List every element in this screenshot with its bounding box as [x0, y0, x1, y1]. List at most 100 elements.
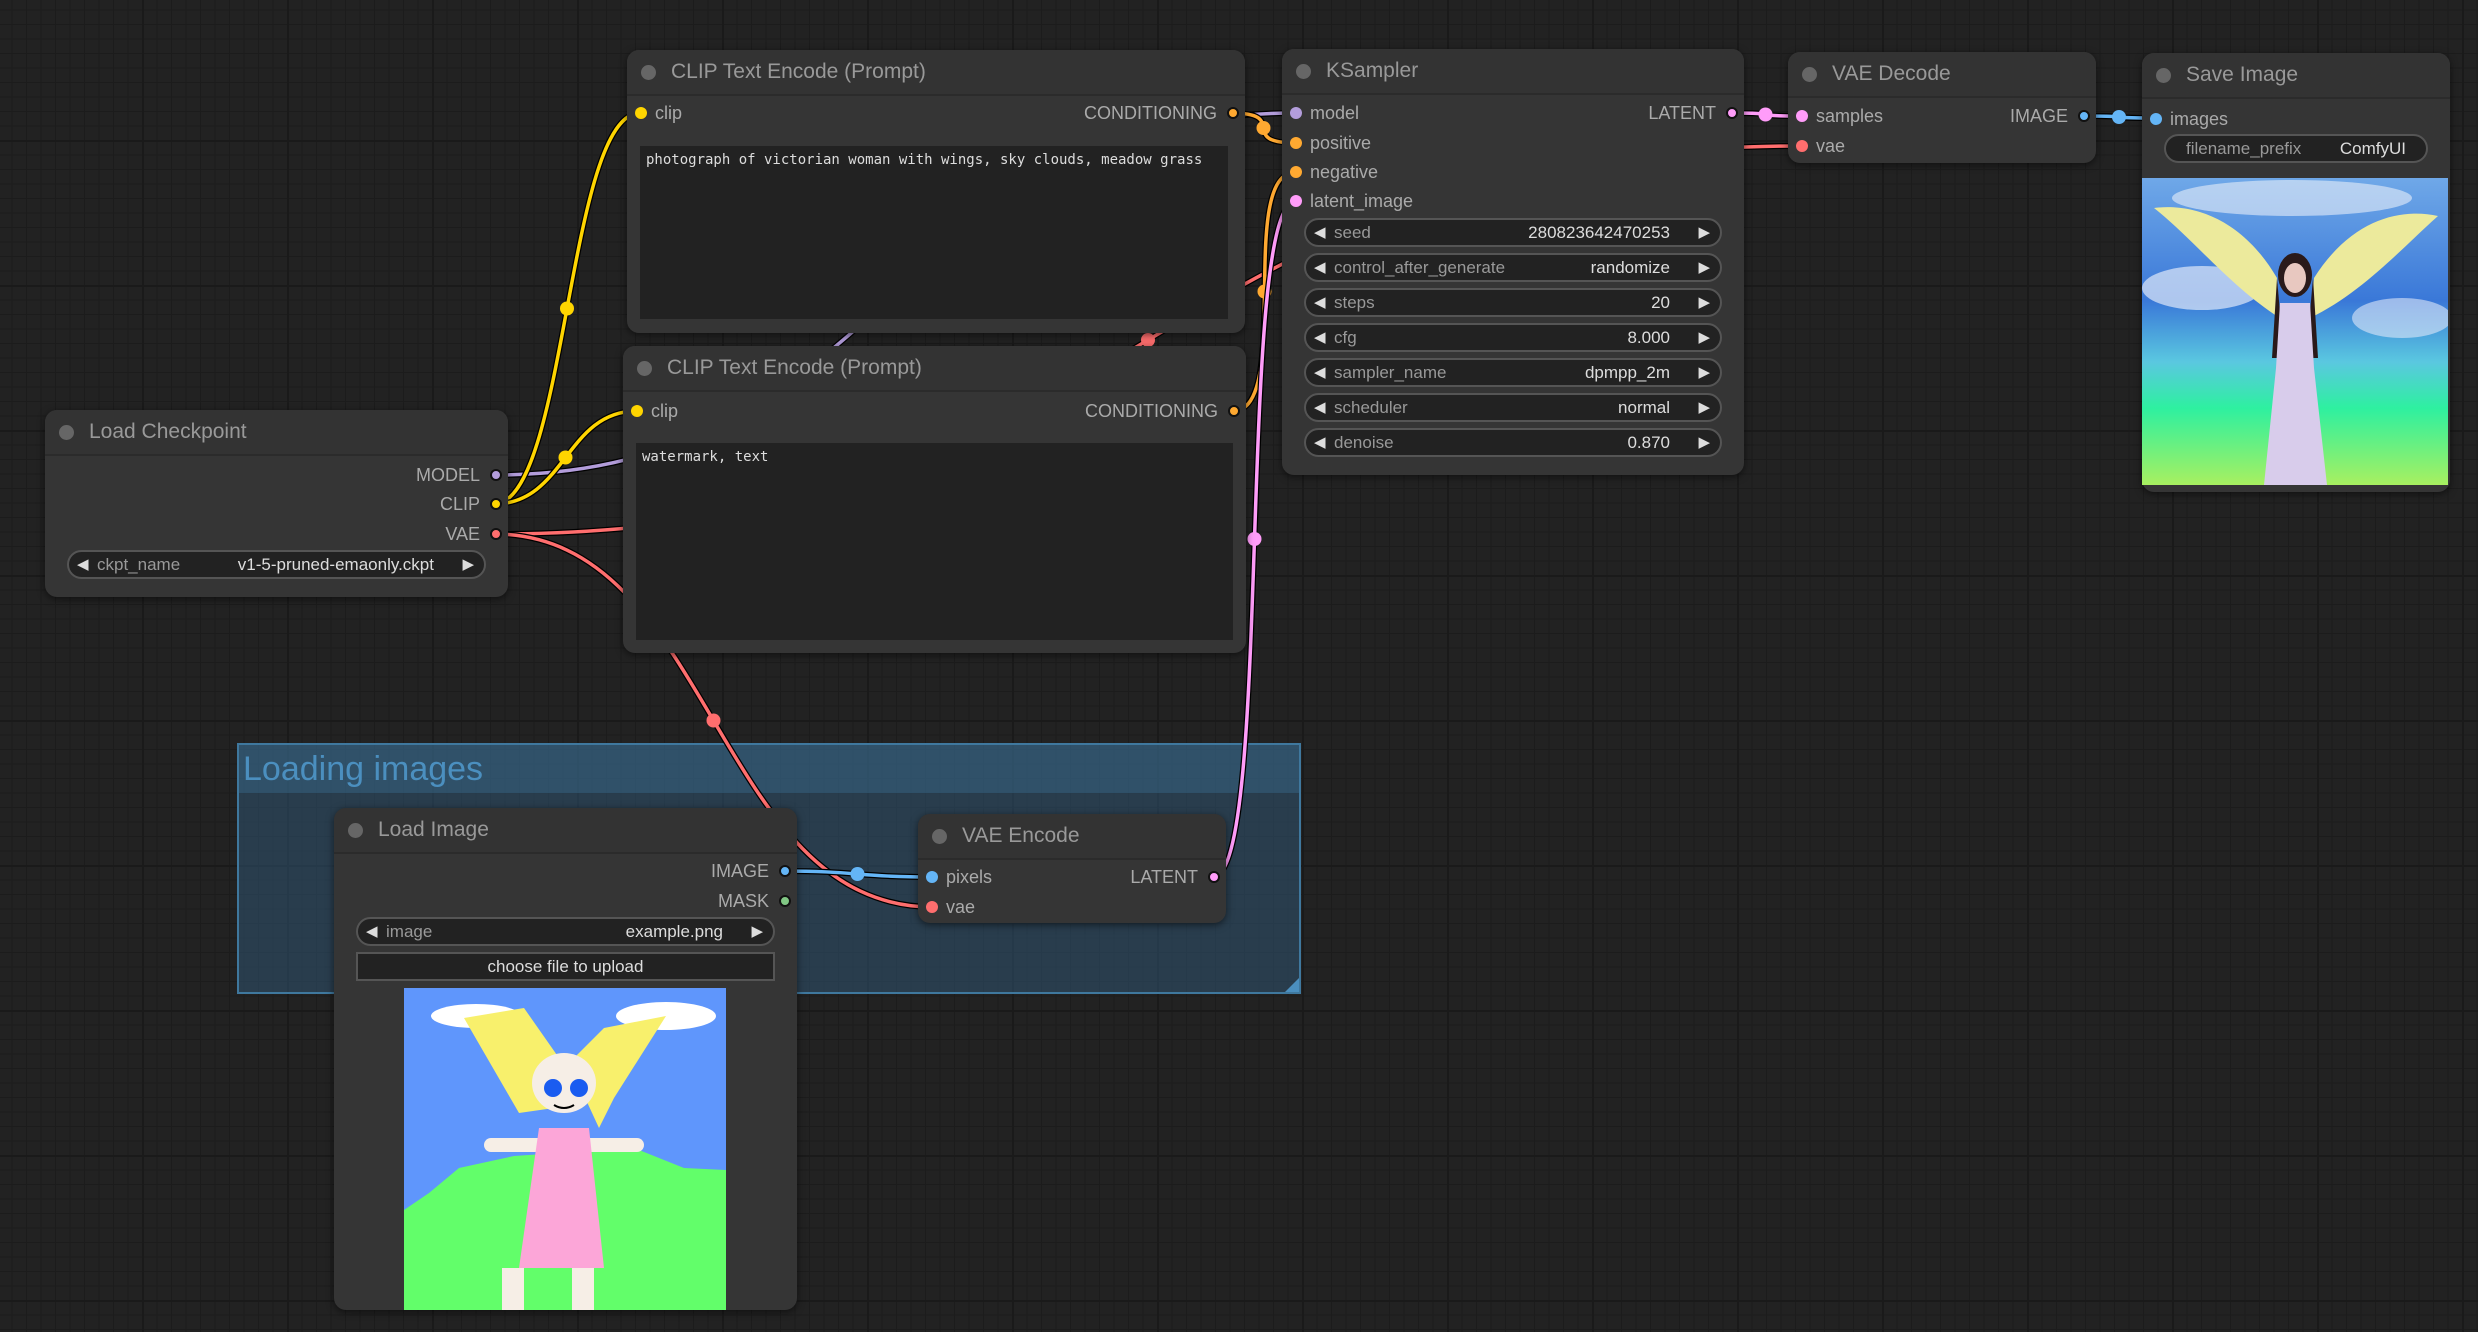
- filename-prefix-field[interactable]: filename_prefix ComfyUI: [2164, 134, 2428, 163]
- scheduler-widget[interactable]: ◀ scheduler normal ▶: [1304, 393, 1722, 422]
- model-socket-icon[interactable]: [490, 469, 502, 481]
- decrement-arrow-icon[interactable]: ◀: [1314, 430, 1326, 455]
- decrement-arrow-icon[interactable]: ◀: [366, 919, 378, 944]
- cfg-widget[interactable]: ◀ cfg 8.000 ▶: [1304, 323, 1722, 352]
- output-vae[interactable]: VAE: [280, 520, 508, 548]
- conditioning-socket-icon[interactable]: [1290, 137, 1302, 149]
- control-after-generate-widget[interactable]: ◀ control_after_generate randomize ▶: [1304, 253, 1722, 282]
- increment-arrow-icon[interactable]: ▶: [1698, 325, 1710, 350]
- image-socket-icon[interactable]: [779, 865, 791, 877]
- clip-socket-icon[interactable]: [631, 405, 643, 417]
- sampler-name-widget[interactable]: ◀ sampler_name dpmpp_2m ▶: [1304, 358, 1722, 387]
- increment-arrow-icon[interactable]: ▶: [1698, 255, 1710, 280]
- increment-arrow-icon[interactable]: ▶: [751, 919, 763, 944]
- node-title-bar[interactable]: Save Image: [2142, 53, 2450, 99]
- decrement-arrow-icon[interactable]: ◀: [1314, 395, 1326, 420]
- collapse-dot-icon[interactable]: [1802, 67, 1817, 82]
- seed-widget[interactable]: ◀ seed 280823642470253 ▶: [1304, 218, 1722, 247]
- input-latent-image[interactable]: latent_image: [1282, 187, 1413, 215]
- output-latent[interactable]: LATENT: [1566, 99, 1744, 127]
- clip-socket-icon[interactable]: [635, 107, 647, 119]
- group-resize-handle[interactable]: [1285, 978, 1299, 992]
- conditioning-socket-icon[interactable]: [1227, 107, 1239, 119]
- upload-button[interactable]: choose file to upload: [356, 952, 775, 981]
- prompt-textarea[interactable]: photograph of victorian woman with wings…: [640, 146, 1228, 319]
- prompt-textarea[interactable]: watermark, text: [636, 443, 1233, 640]
- latent-socket-icon[interactable]: [1290, 195, 1302, 207]
- conditioning-socket-icon[interactable]: [1290, 166, 1302, 178]
- model-socket-icon[interactable]: [1290, 107, 1302, 119]
- decrement-arrow-icon[interactable]: ◀: [1314, 290, 1326, 315]
- input-images[interactable]: images: [2142, 105, 2228, 133]
- input-model[interactable]: model: [1282, 99, 1359, 127]
- image-socket-icon[interactable]: [2150, 113, 2162, 125]
- node-title-bar[interactable]: Load Checkpoint: [45, 410, 508, 456]
- input-positive[interactable]: positive: [1282, 129, 1371, 157]
- collapse-dot-icon[interactable]: [637, 361, 652, 376]
- node-vae-encode[interactable]: VAE Encode pixels vae LATENT: [918, 814, 1226, 923]
- collapse-dot-icon[interactable]: [932, 829, 947, 844]
- node-ksampler[interactable]: KSampler model positive negative latent_…: [1282, 49, 1744, 475]
- increment-arrow-icon[interactable]: ▶: [1698, 290, 1710, 315]
- node-title-bar[interactable]: CLIP Text Encode (Prompt): [627, 50, 1245, 96]
- input-pixels[interactable]: pixels: [918, 863, 992, 891]
- increment-arrow-icon[interactable]: ▶: [462, 552, 474, 577]
- group-title[interactable]: Loading images: [239, 745, 1299, 793]
- conditioning-socket-icon[interactable]: [1228, 405, 1240, 417]
- vae-socket-icon[interactable]: [1796, 140, 1808, 152]
- input-clip[interactable]: clip: [627, 99, 682, 127]
- output-clip[interactable]: CLIP: [280, 490, 508, 518]
- image-combo[interactable]: ◀ image example.png ▶: [356, 917, 775, 946]
- node-title-bar[interactable]: VAE Encode: [918, 814, 1226, 860]
- input-samples[interactable]: samples: [1788, 102, 1883, 130]
- node-title-bar[interactable]: CLIP Text Encode (Prompt): [623, 346, 1246, 392]
- input-negative[interactable]: negative: [1282, 158, 1378, 186]
- decrement-arrow-icon[interactable]: ◀: [1314, 325, 1326, 350]
- input-vae[interactable]: vae: [1788, 132, 1845, 160]
- increment-arrow-icon[interactable]: ▶: [1698, 360, 1710, 385]
- output-image[interactable]: IMAGE: [619, 857, 797, 885]
- ckpt-name-combo[interactable]: ◀ ckpt_name v1-5-pruned-emaonly.ckpt ▶: [67, 550, 486, 579]
- collapse-dot-icon[interactable]: [59, 425, 74, 440]
- vae-socket-icon[interactable]: [926, 901, 938, 913]
- denoise-widget[interactable]: ◀ denoise 0.870 ▶: [1304, 428, 1722, 457]
- latent-socket-icon[interactable]: [1726, 107, 1738, 119]
- collapse-dot-icon[interactable]: [2156, 68, 2171, 83]
- node-title-bar[interactable]: VAE Decode: [1788, 52, 2096, 98]
- increment-arrow-icon[interactable]: ▶: [1698, 220, 1710, 245]
- input-clip[interactable]: clip: [623, 397, 678, 425]
- vae-socket-icon[interactable]: [490, 528, 502, 540]
- latent-socket-icon[interactable]: [1796, 110, 1808, 122]
- node-title-bar[interactable]: Load Image: [334, 808, 797, 854]
- output-mask[interactable]: MASK: [619, 887, 797, 915]
- output-image-preview[interactable]: [2142, 178, 2448, 485]
- output-latent[interactable]: LATENT: [1048, 863, 1226, 891]
- collapse-dot-icon[interactable]: [348, 823, 363, 838]
- node-clip-text-encode-negative[interactable]: CLIP Text Encode (Prompt) clip CONDITION…: [623, 346, 1246, 653]
- image-socket-icon[interactable]: [926, 871, 938, 883]
- image-socket-icon[interactable]: [2078, 110, 2090, 122]
- node-title-bar[interactable]: KSampler: [1282, 49, 1744, 95]
- node-clip-text-encode-positive[interactable]: CLIP Text Encode (Prompt) clip CONDITION…: [627, 50, 1245, 333]
- collapse-dot-icon[interactable]: [641, 65, 656, 80]
- output-conditioning[interactable]: CONDITIONING: [967, 99, 1245, 127]
- node-vae-decode[interactable]: VAE Decode samples vae IMAGE: [1788, 52, 2096, 163]
- steps-widget[interactable]: ◀ steps 20 ▶: [1304, 288, 1722, 317]
- decrement-arrow-icon[interactable]: ◀: [1314, 220, 1326, 245]
- node-load-image[interactable]: Load Image IMAGE MASK ◀ image example.pn…: [334, 808, 797, 1310]
- node-load-checkpoint[interactable]: Load Checkpoint MODEL CLIP VAE ◀ ckpt_na…: [45, 410, 508, 597]
- output-image[interactable]: IMAGE: [1938, 102, 2096, 130]
- collapse-dot-icon[interactable]: [1296, 64, 1311, 79]
- increment-arrow-icon[interactable]: ▶: [1698, 430, 1710, 455]
- increment-arrow-icon[interactable]: ▶: [1698, 395, 1710, 420]
- decrement-arrow-icon[interactable]: ◀: [77, 552, 89, 577]
- output-model[interactable]: MODEL: [280, 461, 508, 489]
- input-vae[interactable]: vae: [918, 893, 975, 921]
- output-conditioning[interactable]: CONDITIONING: [968, 397, 1246, 425]
- mask-socket-icon[interactable]: [779, 895, 791, 907]
- clip-socket-icon[interactable]: [490, 498, 502, 510]
- node-save-image[interactable]: Save Image images filename_prefix ComfyU…: [2142, 53, 2450, 492]
- decrement-arrow-icon[interactable]: ◀: [1314, 255, 1326, 280]
- decrement-arrow-icon[interactable]: ◀: [1314, 360, 1326, 385]
- input-image-preview[interactable]: [404, 988, 726, 1310]
